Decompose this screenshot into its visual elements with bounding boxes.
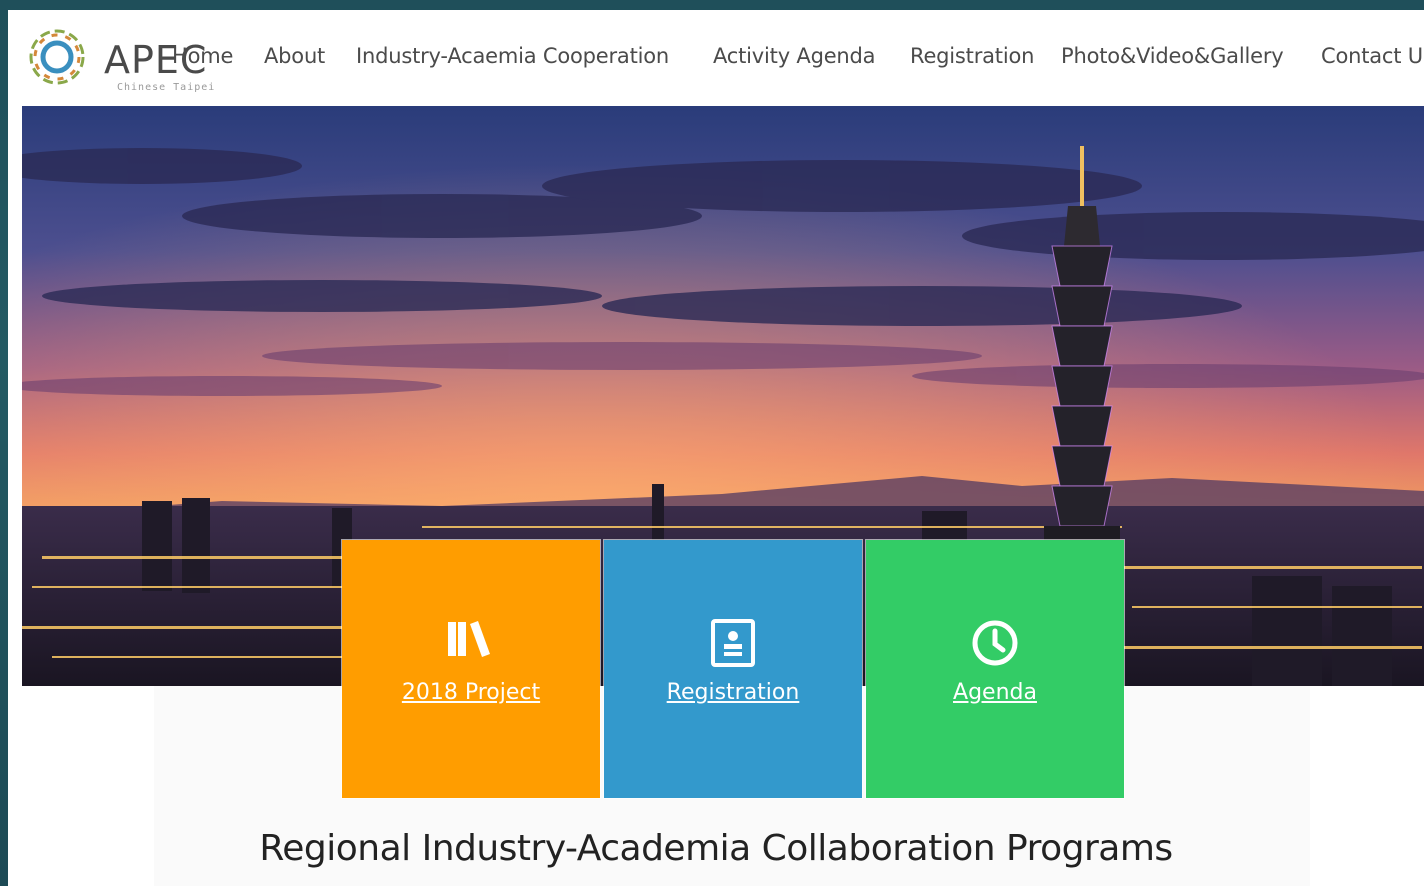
tile-agenda-link[interactable]: Agenda	[866, 680, 1124, 705]
nav-contact[interactable]: Contact U	[1321, 44, 1423, 68]
logo-subtitle: Chinese Taipei	[117, 82, 216, 93]
clock-icon	[866, 618, 1124, 673]
nav-about[interactable]: About	[264, 44, 325, 68]
nav-gallery[interactable]: Photo&Video&Gallery	[1061, 44, 1284, 68]
gear-logo-icon	[29, 29, 85, 85]
books-icon	[342, 618, 600, 663]
tile-agenda[interactable]: Agenda	[866, 540, 1124, 798]
tile-registration-link[interactable]: Registration	[604, 680, 862, 705]
nav-registration[interactable]: Registration	[910, 44, 1034, 68]
site-header: APEC Chinese Taipei Home About Industry-…	[8, 10, 1424, 106]
nav-home[interactable]: Home	[172, 44, 233, 68]
id-card-icon	[604, 618, 862, 673]
quick-links: 2018 Project Registration Agenda	[342, 540, 1124, 798]
nav-activity-agenda[interactable]: Activity Agenda	[713, 44, 876, 68]
tile-2018-project-link[interactable]: 2018 Project	[342, 680, 600, 705]
tile-2018-project[interactable]: 2018 Project	[342, 540, 600, 798]
browser-page: APEC Chinese Taipei Home About Industry-…	[8, 10, 1424, 886]
page-headline: Regional Industry-Academia Collaboration…	[259, 828, 1173, 869]
nav-industry-academia[interactable]: Industry-Acaemia Cooperation	[356, 44, 669, 68]
tile-registration[interactable]: Registration	[604, 540, 862, 798]
